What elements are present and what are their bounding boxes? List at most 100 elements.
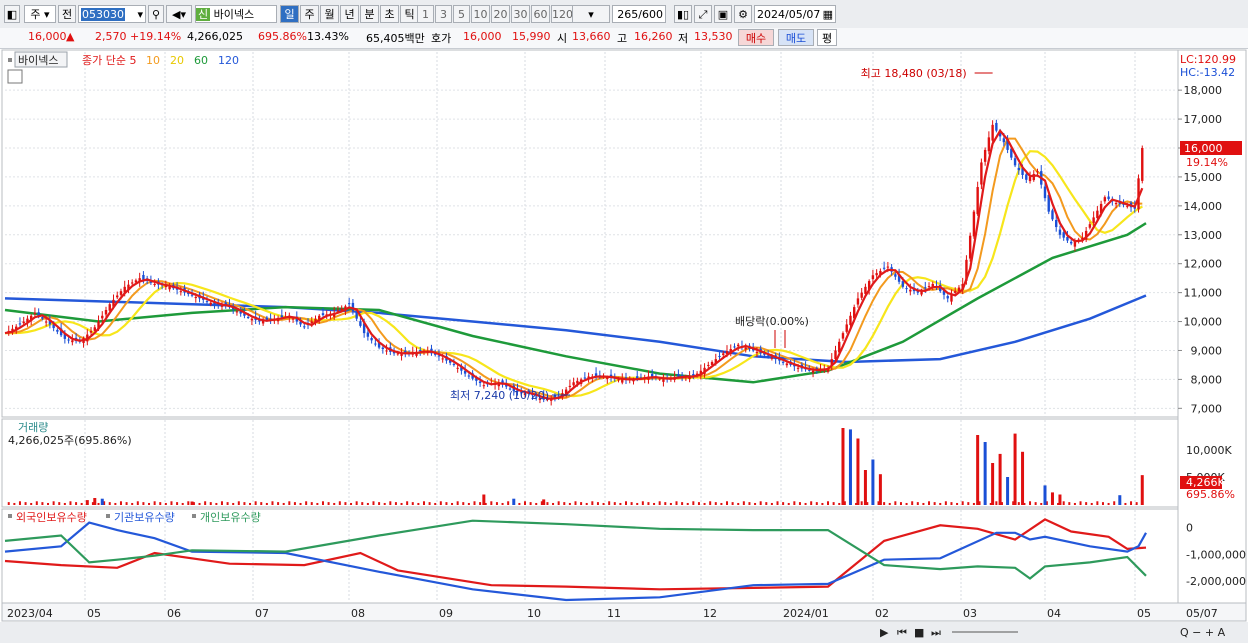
candle-body xyxy=(871,275,875,280)
interval-tab[interactable]: 3 xyxy=(435,5,452,23)
y-tick-label: 14,000 xyxy=(1184,200,1223,213)
interval-tab[interactable]: 30 xyxy=(511,5,530,23)
volume-bar xyxy=(675,501,678,505)
volume-bar xyxy=(215,502,218,505)
volume-bar xyxy=(625,501,628,505)
volume-bar xyxy=(681,502,684,505)
prev-button[interactable]: 전 xyxy=(58,5,76,23)
count-field[interactable]: 265/600 xyxy=(612,5,666,23)
interval-tab[interactable]: 10 xyxy=(471,5,490,23)
interval-tab[interactable]: 120 xyxy=(551,5,573,23)
volume-bar xyxy=(41,502,44,505)
window-menu-icon[interactable]: ◧ xyxy=(4,5,20,23)
volume-bar xyxy=(770,502,773,505)
candle-body xyxy=(766,355,770,357)
period-tab[interactable]: 초 xyxy=(380,5,399,23)
candle-body xyxy=(1062,232,1065,238)
low-annotation: 최저 7,240 (10/20) xyxy=(450,389,549,402)
candle-body xyxy=(385,350,388,352)
volume-bar xyxy=(501,502,504,505)
stock-code-input[interactable]: 053030 ▾ xyxy=(78,5,146,23)
range-select[interactable]: ▾ xyxy=(572,5,610,23)
calendar-icon[interactable]: ▦ xyxy=(823,6,833,22)
volume-bar xyxy=(439,501,442,505)
volume-bar xyxy=(406,501,409,505)
volume-bar xyxy=(568,502,571,505)
grid xyxy=(0,49,1248,643)
candle-body xyxy=(770,357,774,359)
x-tick-label: 09 xyxy=(439,607,453,620)
candle-body xyxy=(849,315,852,326)
volume-bar xyxy=(361,502,364,505)
volume-bar xyxy=(164,502,167,505)
volume-bar xyxy=(125,502,128,505)
period-tab[interactable]: 월 xyxy=(320,5,339,23)
search-icon[interactable]: ⚲ xyxy=(148,5,164,23)
volume-bar xyxy=(787,502,790,505)
candle-body xyxy=(924,287,927,289)
candle-type-icon[interactable]: ▮▯ xyxy=(674,5,692,23)
volume-bar xyxy=(1062,501,1065,505)
gear-icon[interactable]: ⚙ xyxy=(734,5,752,23)
candle-body xyxy=(1069,241,1073,244)
candle-body xyxy=(108,304,111,311)
volume-bar xyxy=(1017,502,1020,505)
holdings-legend: 기관보유수량 xyxy=(114,511,175,524)
candle-body xyxy=(983,149,987,162)
volume-tick: 10,000K xyxy=(1186,444,1232,457)
volume-bar xyxy=(153,501,156,505)
last-price-label: 16,000 xyxy=(1184,142,1223,155)
volume-bar xyxy=(473,501,476,505)
volume-bar xyxy=(1118,495,1122,505)
sell-button[interactable]: 매도 xyxy=(778,29,814,46)
candle-body xyxy=(18,323,22,325)
line-type-icon[interactable]: ⤢ xyxy=(694,5,712,23)
x-tick-label: 11 xyxy=(607,607,621,620)
volume-bar xyxy=(888,502,891,505)
volume-bar xyxy=(856,438,860,505)
candle-body xyxy=(954,291,957,293)
interval-tab[interactable]: 60 xyxy=(531,5,550,23)
save-icon[interactable]: ▣ xyxy=(714,5,732,23)
volume-bar xyxy=(731,502,734,505)
y-tick-label: 12,000 xyxy=(1184,258,1223,271)
volume-bar xyxy=(243,502,246,505)
candle-body xyxy=(33,312,37,314)
candle-body xyxy=(280,315,284,318)
volume-bar xyxy=(827,501,830,505)
last-pct-label: 19.14% xyxy=(1186,156,1228,169)
interval-tab[interactable]: 5 xyxy=(453,5,470,23)
candle-body xyxy=(845,324,848,332)
buy-button[interactable]: 매수 xyxy=(738,29,774,46)
holdings-tick: -1,000,000 xyxy=(1186,548,1246,561)
period-tab[interactable]: 주 xyxy=(300,5,319,23)
volume-bar xyxy=(7,502,10,505)
candle-body xyxy=(755,351,759,353)
candle-body xyxy=(355,312,358,319)
volume-bar xyxy=(394,502,397,505)
stock-name-field[interactable]: 신 바이넥스 xyxy=(195,5,277,23)
volume-bar xyxy=(998,453,1002,505)
eval-button[interactable]: 평 xyxy=(817,29,837,46)
date-field[interactable]: 2024/05/07 ▦ xyxy=(754,5,836,23)
speaker-icon[interactable]: ◀▾ xyxy=(166,5,192,23)
volume-bar xyxy=(299,502,302,505)
volume-bar xyxy=(905,502,908,505)
volume-bar xyxy=(596,502,599,505)
volume-bar xyxy=(271,501,274,505)
candle-body xyxy=(905,288,908,290)
period-tab[interactable]: 분 xyxy=(360,5,379,23)
volume-bar xyxy=(838,502,841,505)
candle-body xyxy=(995,122,998,131)
low-price: 13,530 xyxy=(694,30,733,43)
market-select[interactable]: 주 ▾ xyxy=(24,5,56,23)
period-tab[interactable]: 일 xyxy=(280,5,299,23)
x-tick-label: 12 xyxy=(703,607,717,620)
interval-tab[interactable]: 1 xyxy=(417,5,434,23)
quote-bar: 16,000 ▲ 2,570 +19.14% 4,266,025 695.86%… xyxy=(0,28,1248,49)
volume-bar xyxy=(1034,502,1037,505)
interval-tab[interactable]: 20 xyxy=(491,5,510,23)
volume-bar xyxy=(944,501,947,505)
volume-bar xyxy=(804,502,807,505)
period-tab[interactable]: 년 xyxy=(340,5,359,23)
